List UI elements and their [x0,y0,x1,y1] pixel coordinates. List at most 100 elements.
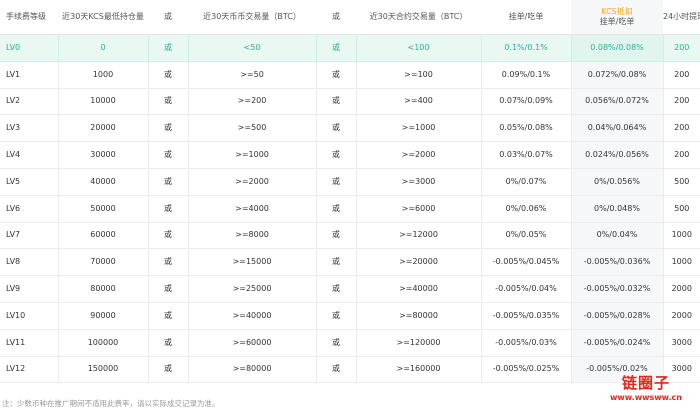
table-cell: 1000 [57,61,148,89]
table-cell: 0%/0.07% [480,168,571,196]
table-row: LV9 80000 或 >=25000 或 >=40000 -0.005%/0.04% -0.… [0,275,700,303]
table-row: LV7 60000 或 >=8000 或 >=12000 0%/0.05% 0%/0.04% 1… [0,222,700,250]
table-cell: 0.1%/0.1% [480,34,571,62]
header-maker-taker: 挂单/吃单 [481,0,571,35]
table-cell: 200 [662,114,700,143]
table-cell: 2000 [662,275,700,303]
table-cell: 或 [147,88,188,116]
table-cell: LV3 [0,114,58,143]
table-row: LV0 0 或 <50 或 <100 0.1%/0.1% 0.08%/0.08% 200 [0,34,700,62]
table-cell: 2000 [662,302,700,330]
table-cell: >=2000 [355,141,481,169]
table-cell: >=4000 [187,195,316,223]
table-cell: 80000 [57,275,148,303]
header-or: 或 [148,0,188,35]
table-cell: 1000 [662,248,700,277]
table-row: LV11 100000 或 >=60000 或 >=120000 -0.005%/0.03%… [0,329,700,357]
table-cell: 或 [315,141,356,169]
table-row: LV12 150000 或 >=80000 或 >=160000 -0.005%/0.025… [0,356,700,384]
table-cell: 200 [662,141,700,169]
header-or: 或 [316,0,356,35]
table-cell: >=1000 [355,114,481,143]
table-cell: 500 [662,195,700,223]
table-cell: 或 [147,114,188,143]
table-row: LV5 40000 或 >=2000 或 >=3000 0%/0.07% 0%/0.056% 5… [0,168,700,196]
watermark-title: 链圈子 [621,374,670,392]
table-cell: LV5 [0,168,58,196]
table-cell: >=25000 [187,275,316,303]
table-cell: >=12000 [355,222,481,250]
header-kcs-discount: KCS抵扣 挂单/吃单 [571,0,663,35]
table-cell: 或 [315,195,356,223]
table-cell: LV4 [0,141,58,169]
table-cell: 0.04%/0.064% [570,114,663,143]
table-cell: >=2000 [187,168,316,196]
table-cell: 或 [147,302,188,330]
table-cell: 0%/0.05% [480,222,571,250]
table-row: LV3 20000 或 >=500 或 >=1000 0.05%/0.08% 0.04%/0.… [0,114,700,143]
table-cell: 或 [315,114,356,143]
table-cell: 或 [147,34,188,62]
table-cell: >=8000 [187,222,316,250]
table-cell: >=120000 [355,329,481,357]
table-cell: >=100 [355,61,481,89]
table-row: LV6 50000 或 >=4000 或 >=6000 0%/0.06% 0%/0.048% 5… [0,195,700,223]
table-cell: LV0 [0,34,58,62]
table-cell: 90000 [57,302,148,330]
kcs-maker-taker-label: 挂单/吃单 [599,17,635,26]
table-cell: 500 [662,168,700,196]
table-cell: 50000 [57,195,148,223]
header-futures-volume: 近30天合约交易量（BTC） [356,0,481,35]
table-cell: 或 [315,168,356,196]
table-cell: <100 [355,34,481,62]
table-header-row: 手续费等级 近30天KCS最低持仓量 或 近30天币币交易量（BTC） 或 近3… [0,0,700,35]
fee-level-table: 手续费等级 近30天KCS最低持仓量 或 近30天币币交易量（BTC） 或 近3… [0,0,700,384]
kcs-discount-label: KCS抵扣 [601,7,633,16]
table-cell: LV2 [0,88,58,116]
header-fee-level: 手续费等级 [0,0,58,35]
table-cell: 0 [57,34,148,62]
table-cell: >=160000 [355,356,481,384]
table-cell: -0.005%/0.032% [570,275,663,303]
table-row: LV4 30000 或 >=1000 或 >=2000 0.03%/0.07% 0.024%/… [0,141,700,169]
table-cell: 200 [662,34,700,62]
table-cell: 40000 [57,168,148,196]
table-cell: 或 [315,61,356,89]
table-cell: >=6000 [355,195,481,223]
table-cell: >=3000 [355,168,481,196]
table-cell: 或 [315,275,356,303]
table-cell: 0.072%/0.08% [570,61,663,89]
table-cell: -0.005%/0.03% [480,329,571,357]
table-cell: >=40000 [187,302,316,330]
table-cell: 或 [315,222,356,250]
table-cell: 或 [315,356,356,384]
table-cell: >=50 [187,61,316,89]
table-cell: 30000 [57,141,148,169]
table-row: LV1 1000 或 >=50 或 >=100 0.09%/0.1% 0.072%/0.08%… [0,61,700,89]
table-cell: 0.03%/0.07% [480,141,571,169]
table-cell: 10000 [57,88,148,116]
table-row: LV8 70000 或 >=15000 或 >=20000 -0.005%/0.045% -0… [0,248,700,277]
table-cell: -0.005%/0.04% [480,275,571,303]
header-withdraw-limit: 24小时提现额度 [663,0,700,35]
table-cell: 60000 [57,222,148,250]
table-cell: 200 [662,88,700,116]
table-cell: LV7 [0,222,58,250]
table-cell: >=200 [187,88,316,116]
header-spot-volume: 近30天币币交易量（BTC） [188,0,316,35]
table-row: LV10 90000 或 >=40000 或 >=80000 -0.005%/0.035% -… [0,302,700,330]
table-cell: 150000 [57,356,148,384]
table-cell: 70000 [57,248,148,277]
table-cell: 或 [147,195,188,223]
table-cell: 或 [147,141,188,169]
table-cell: 0.024%/0.056% [570,141,663,169]
table-cell: LV1 [0,61,58,89]
table-cell: 或 [147,275,188,303]
table-cell: >=15000 [187,248,316,277]
table-row: LV2 10000 或 >=200 或 >=400 0.07%/0.09% 0.056%/0.… [0,88,700,116]
table-cell: 0%/0.06% [480,195,571,223]
table-cell: 0.056%/0.072% [570,88,663,116]
watermark-url: www.wwsww.cn [610,393,682,402]
table-cell: -0.005%/0.045% [480,248,571,277]
table-cell: <50 [187,34,316,62]
